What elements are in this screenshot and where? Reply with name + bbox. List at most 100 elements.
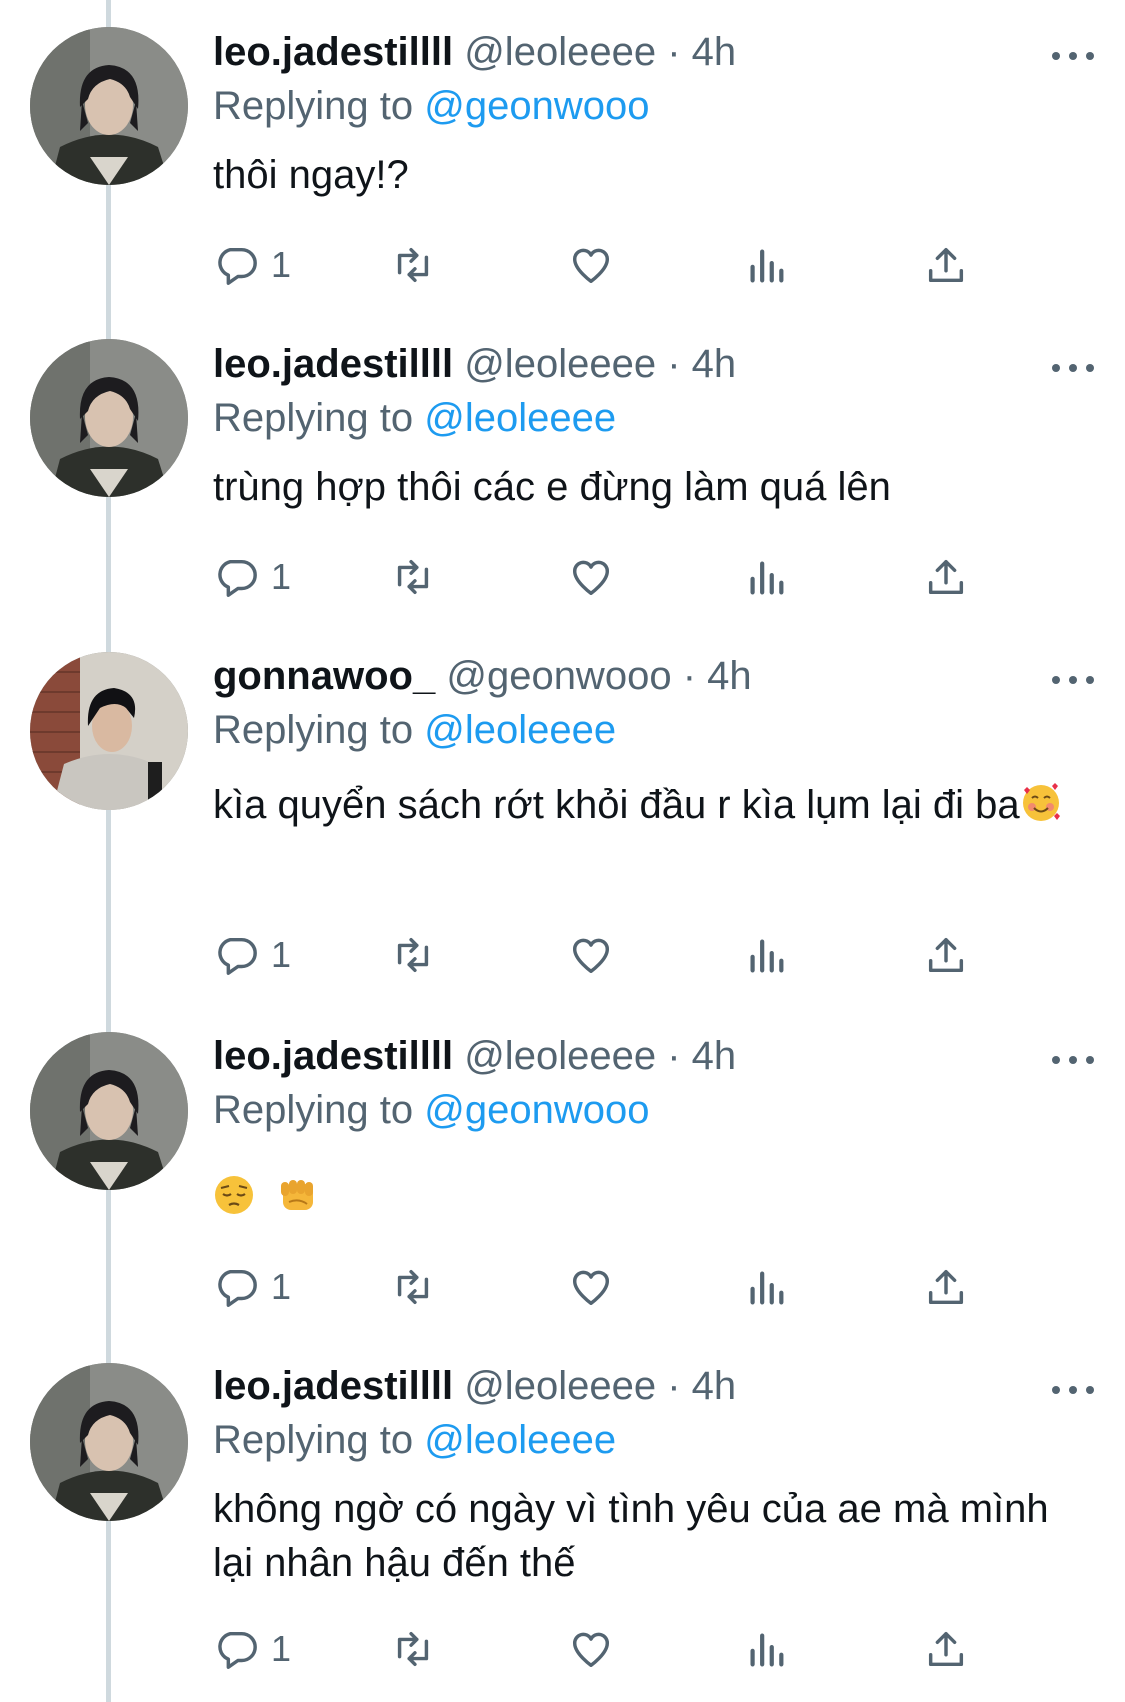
share-button[interactable] <box>923 1262 969 1312</box>
like-button[interactable] <box>568 930 614 980</box>
share-button[interactable] <box>923 1624 969 1674</box>
avatar[interactable] <box>30 27 188 185</box>
like-button[interactable] <box>568 1624 614 1674</box>
replying-to: Replying to @leoleeee <box>213 394 616 442</box>
separator-dot: · <box>667 30 681 74</box>
mention-link[interactable]: @leoleeee <box>424 396 616 440</box>
reply-button[interactable]: 1 <box>213 240 291 290</box>
separator-dot: · <box>667 1034 681 1078</box>
timestamp[interactable]: 4h <box>707 654 752 698</box>
heart-icon <box>572 1632 610 1668</box>
replying-to: Replying to @leoleeee <box>213 706 616 754</box>
display-name[interactable]: leo.jadestillll <box>213 1364 453 1408</box>
display-name[interactable]: leo.jadestillll <box>213 342 453 386</box>
like-button[interactable] <box>568 1262 614 1312</box>
display-name[interactable]: leo.jadestillll <box>213 1034 453 1078</box>
separator-dot: · <box>682 654 697 698</box>
views-button[interactable] <box>743 240 789 290</box>
tweet-text: thôi ngay!? <box>213 153 409 197</box>
more-dots-icon[interactable] <box>1052 674 1094 686</box>
reply-button[interactable]: 1 <box>213 930 291 980</box>
display-name[interactable]: leo.jadestillll <box>213 30 453 74</box>
tweet-header: leo.jadestillll @leoleeee · 4h <box>213 340 736 388</box>
share-button[interactable] <box>923 552 969 602</box>
heart-icon <box>572 560 610 596</box>
retweet-icon <box>397 247 429 283</box>
mention-link[interactable]: @leoleeee <box>424 708 616 752</box>
user-handle[interactable]: @leoleeee <box>464 1034 656 1078</box>
views-button[interactable] <box>743 1624 789 1674</box>
retweet-button[interactable] <box>390 1624 436 1674</box>
replying-to: Replying to @geonwooo <box>213 1086 649 1134</box>
tweet-header: leo.jadestillll @leoleeee · 4h <box>213 1362 736 1410</box>
smiling-face-with-hearts-emoji <box>1020 778 1062 844</box>
action-bar: 1 <box>213 552 1093 602</box>
mention-link[interactable]: @leoleeee <box>424 1418 616 1462</box>
mention-link[interactable]: @geonwooo <box>424 1088 649 1132</box>
reply-bubble-icon <box>218 247 257 285</box>
views-button[interactable] <box>743 552 789 602</box>
share-button[interactable] <box>923 240 969 290</box>
timestamp[interactable]: 4h <box>692 1034 737 1078</box>
display-name[interactable]: gonnawoo_ <box>213 654 435 698</box>
timestamp[interactable]: 4h <box>692 1364 737 1408</box>
tweet-header: leo.jadestillll @leoleeee · 4h <box>213 1032 736 1080</box>
views-button[interactable] <box>743 930 789 980</box>
more-dots-icon[interactable] <box>1052 1054 1094 1066</box>
more-dots-icon[interactable] <box>1052 362 1094 374</box>
reply-bubble-icon <box>218 1631 257 1669</box>
reply-count: 1 <box>271 1266 292 1307</box>
tweet-emoji-content <box>213 1174 319 1221</box>
reply-button[interactable]: 1 <box>213 1624 291 1674</box>
replying-prefix: Replying to <box>213 1418 414 1462</box>
retweet-button[interactable] <box>390 1262 436 1312</box>
mention-link[interactable]: @geonwooo <box>424 84 649 128</box>
reply-button[interactable]: 1 <box>213 1262 291 1312</box>
fist-bump-emoji <box>275 1174 319 1221</box>
like-button[interactable] <box>568 552 614 602</box>
action-bar: 1 <box>213 1624 1093 1674</box>
like-button[interactable] <box>568 240 614 290</box>
retweet-button[interactable] <box>390 240 436 290</box>
heart-icon <box>572 248 610 284</box>
avatar[interactable] <box>30 1363 188 1521</box>
retweet-icon <box>397 1631 429 1667</box>
replying-prefix: Replying to <box>213 708 414 752</box>
separator-dot: · <box>667 1364 681 1408</box>
retweet-button[interactable] <box>390 552 436 602</box>
retweet-icon <box>397 1269 429 1305</box>
user-handle[interactable]: @geonwooo <box>446 654 671 698</box>
retweet-button[interactable] <box>390 930 436 980</box>
share-upload-icon <box>928 937 964 973</box>
more-dots-icon[interactable] <box>1052 50 1094 62</box>
reply-bubble-icon <box>218 937 257 975</box>
views-bar-chart-icon <box>750 1633 784 1667</box>
reply-count: 1 <box>271 244 292 285</box>
views-bar-chart-icon <box>750 249 784 283</box>
reply-bubble-icon <box>218 559 257 597</box>
replying-prefix: Replying to <box>213 1088 414 1132</box>
avatar[interactable] <box>30 339 188 497</box>
reply-count: 1 <box>271 1628 292 1669</box>
share-upload-icon <box>928 1631 964 1667</box>
share-button[interactable] <box>923 930 969 980</box>
user-handle[interactable]: @leoleeee <box>464 30 656 74</box>
share-upload-icon <box>928 1269 964 1305</box>
user-handle[interactable]: @leoleeee <box>464 342 656 386</box>
views-bar-chart-icon <box>750 561 784 595</box>
tweet-text: trùng hợp thôi các e đừng làm quá lên <box>213 465 891 509</box>
reply-button[interactable]: 1 <box>213 552 291 602</box>
tweet-text: kìa quyển sách rớt khỏi đầu r kìa lụm lạ… <box>213 783 1020 827</box>
share-upload-icon <box>928 559 964 595</box>
action-bar: 1 <box>213 240 1093 290</box>
timestamp[interactable]: 4h <box>692 30 737 74</box>
reply-count: 1 <box>271 556 292 597</box>
views-button[interactable] <box>743 1262 789 1312</box>
user-handle[interactable]: @leoleeee <box>464 1364 656 1408</box>
avatar[interactable] <box>30 652 188 810</box>
tweet-text: không ngờ có ngày vì tình yêu của ae mà … <box>213 1487 1049 1585</box>
timestamp[interactable]: 4h <box>692 342 737 386</box>
more-dots-icon[interactable] <box>1052 1384 1094 1396</box>
heart-icon <box>572 938 610 974</box>
avatar[interactable] <box>30 1032 188 1190</box>
